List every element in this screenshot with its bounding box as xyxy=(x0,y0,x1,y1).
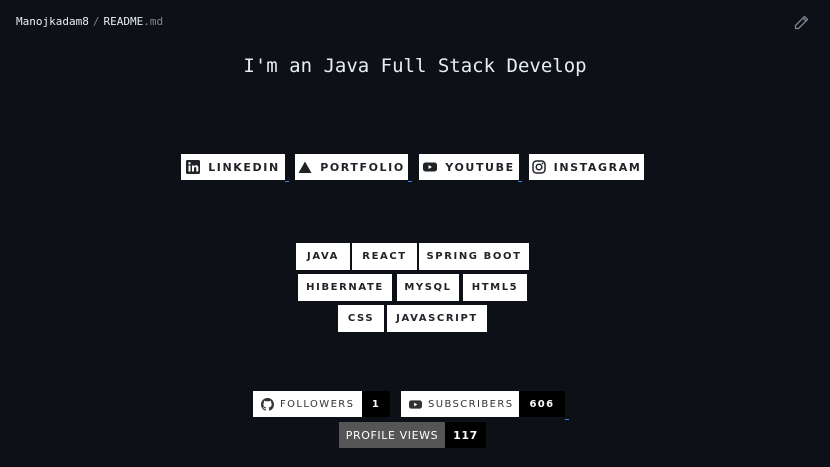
tech-badge-html5[interactable]: HTML5 xyxy=(463,274,527,301)
breadcrumb-file-ext: .md xyxy=(143,15,164,28)
tech-badge-java[interactable]: JAVA xyxy=(296,243,350,270)
triangle-icon xyxy=(298,160,312,174)
instagram-icon xyxy=(531,160,546,174)
profile-views-count: 117 xyxy=(445,422,486,448)
followers-count: 1 xyxy=(362,391,390,417)
profile-views-label: PROFILE VIEWS xyxy=(339,422,445,448)
link-underline xyxy=(408,181,412,182)
followers-badge[interactable]: FOLLOWERS 1 xyxy=(253,391,390,417)
portfolio-label: PORTFOLIO xyxy=(320,160,405,174)
subscribers-count: 606 xyxy=(519,391,565,417)
breadcrumb: Manojkadam8 / README.md xyxy=(16,15,163,29)
page-title: I'm an Java Full Stack Develop xyxy=(243,55,587,77)
youtube-icon xyxy=(423,160,438,174)
subscribers-label-box: SUBSCRIBERS xyxy=(401,391,519,417)
instagram-badge[interactable]: INSTAGRAM xyxy=(529,154,644,180)
link-underline xyxy=(565,419,569,420)
profile-views-badge: PROFILE VIEWS 117 xyxy=(339,422,486,448)
instagram-label: INSTAGRAM xyxy=(553,160,642,174)
breadcrumb-separator: / xyxy=(92,15,100,28)
link-underline xyxy=(285,181,289,182)
linkedin-badge[interactable]: LINKEDIN xyxy=(181,154,285,180)
tech-badge-hibernate[interactable]: HIBERNATE xyxy=(298,274,392,301)
tech-badge-mysql[interactable]: MYSQL xyxy=(397,274,459,301)
breadcrumb-file-name: README xyxy=(103,15,144,28)
subscribers-label: SUBSCRIBERS xyxy=(428,398,514,410)
tech-badge-javascript[interactable]: JAVASCRIPT xyxy=(387,305,487,332)
youtube-badge[interactable]: YOUTUBE xyxy=(419,154,519,180)
breadcrumb-file: README.md xyxy=(103,15,163,29)
github-icon xyxy=(261,397,274,411)
edit-pencil-icon[interactable] xyxy=(793,15,809,31)
tech-badge-react[interactable]: REACT xyxy=(352,243,417,270)
youtube-label: YOUTUBE xyxy=(445,160,515,174)
youtube-icon xyxy=(409,398,422,411)
subscribers-badge[interactable]: SUBSCRIBERS 606 xyxy=(401,391,565,417)
link-underline xyxy=(518,181,522,182)
linkedin-label: LINKEDIN xyxy=(208,160,280,174)
portfolio-badge[interactable]: PORTFOLIO xyxy=(295,154,408,180)
tech-badge-css[interactable]: CSS xyxy=(338,305,384,332)
tech-badge-spring-boot[interactable]: SPRING BOOT xyxy=(419,243,529,270)
followers-label: FOLLOWERS xyxy=(280,398,355,410)
linkedin-icon xyxy=(186,160,201,174)
followers-label-box: FOLLOWERS xyxy=(253,391,362,417)
breadcrumb-user-link[interactable]: Manojkadam8 xyxy=(16,15,89,29)
